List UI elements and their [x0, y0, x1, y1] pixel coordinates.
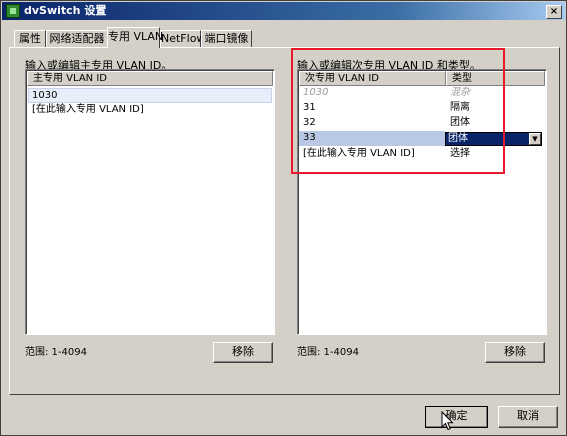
title-bar: dvSwitch 设置 × [2, 2, 565, 20]
close-button[interactable]: × [546, 5, 562, 19]
secondary-range-label: 范围: 1-4094 [297, 347, 359, 358]
tab-private-vlan[interactable]: 专用 VLAN [107, 27, 163, 48]
primary-vlan-list[interactable]: 主专用 VLAN ID 1030 [在此输入专用 VLAN ID] [25, 69, 275, 335]
highlight-box [291, 48, 505, 174]
ok-button[interactable]: 确定 [425, 406, 488, 428]
primary-range-label: 范围: 1-4094 [25, 347, 87, 358]
mouse-cursor-icon [441, 411, 454, 431]
tab-netflow[interactable]: NetFlow [160, 30, 205, 47]
table-row[interactable]: [在此输入专用 VLAN ID] [28, 103, 272, 118]
tab-network-adapters[interactable]: 网络适配器 [46, 30, 108, 47]
primary-vlan-id: 1030 [32, 90, 58, 101]
dialog-window: dvSwitch 设置 × 属性 网络适配器 专用 VLAN NetFlow 端… [0, 0, 567, 436]
secondary-remove-button[interactable]: 移除 [485, 342, 545, 363]
dropdown-arrow-icon[interactable]: ▼ [529, 133, 541, 145]
primary-vlan-column-header[interactable]: 主专用 VLAN ID [27, 71, 273, 86]
primary-remove-button[interactable]: 移除 [213, 342, 273, 363]
tab-port-mirroring[interactable]: 端口镜像 [201, 30, 252, 47]
primary-vlan-placeholder: [在此输入专用 VLAN ID] [32, 104, 144, 115]
app-icon [6, 4, 20, 18]
tab-properties[interactable]: 属性 [14, 30, 46, 47]
cancel-button[interactable]: 取消 [498, 406, 558, 428]
window-title: dvSwitch 设置 [24, 4, 107, 17]
table-row[interactable]: 1030 [28, 88, 272, 103]
